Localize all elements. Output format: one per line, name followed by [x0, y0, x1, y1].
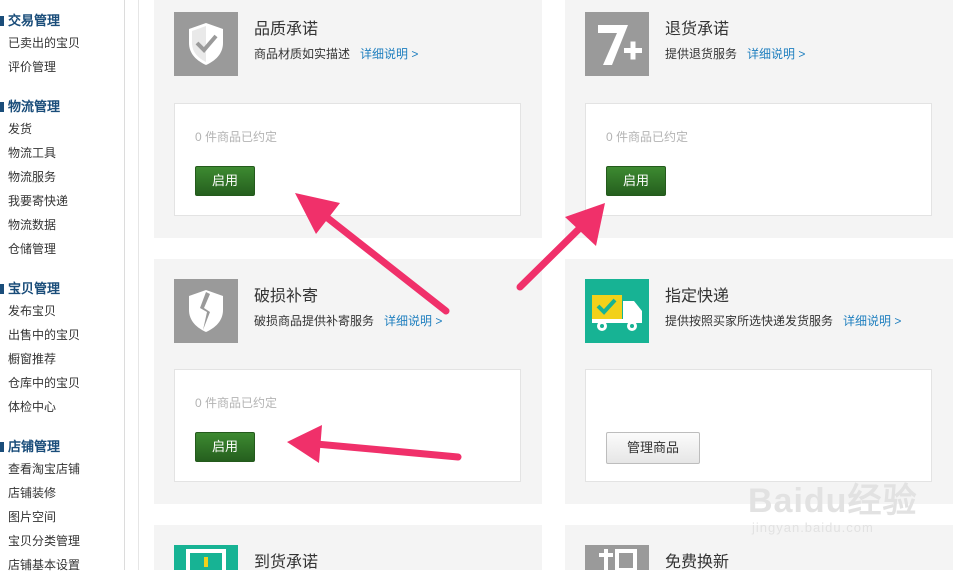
sidebar-item-publish[interactable]: 发布宝贝: [0, 299, 124, 323]
watermark-brand: Baidu经验: [748, 482, 918, 520]
card-desc-text: 破损商品提供补寄服务: [254, 314, 375, 328]
watermark-url: jingyan.baidu.com: [752, 520, 874, 535]
service-card-arrival: 到货承诺: [154, 525, 542, 571]
baidu-jingyan-watermark: Baidu经验 jingyan.baidu.com: [748, 482, 938, 544]
card-title: 免费换新: [665, 554, 730, 571]
card-title: 破损补寄: [254, 288, 319, 305]
card-panel: 0 件商品已约定 启用: [174, 103, 521, 216]
sidebar-item-on-sale[interactable]: 出售中的宝贝: [0, 323, 124, 347]
service-card-damage: 破损补寄 破损商品提供补寄服务 详细说明 > 0 件商品已约定 启用: [154, 259, 542, 504]
card-panel: 管理商品: [585, 369, 932, 482]
service-card-quality: 品质承诺 商品材质如实描述 详细说明 > 0 件商品已约定 启用: [154, 0, 542, 238]
content-divider: [138, 0, 139, 570]
swap-icon: [585, 545, 649, 570]
card-desc-text: 提供退货服务: [665, 47, 738, 61]
sidebar-item-logistics-tools[interactable]: 物流工具: [0, 141, 124, 165]
card-title: 退货承诺: [665, 21, 730, 38]
clock-icon: [174, 545, 238, 570]
sidebar: 交易管理 已卖出的宝贝 评价管理 物流管理 发货 物流工具 物流服务 我要寄快递…: [0, 0, 125, 572]
sidebar-item-store-settings[interactable]: 店铺基本设置: [0, 553, 124, 577]
sidebar-group-items: 宝贝管理 发布宝贝 出售中的宝贝 橱窗推荐 仓库中的宝贝 体检中心: [0, 279, 124, 419]
shield-check-icon: [174, 12, 238, 76]
sidebar-group-title: 宝贝管理: [0, 279, 124, 299]
agreed-count: 0 件商品已约定: [195, 130, 278, 144]
agreed-count: 0 件商品已约定: [606, 130, 689, 144]
sidebar-group-trade: 交易管理 已卖出的宝贝 评价管理: [0, 11, 124, 79]
sidebar-group-title: 物流管理: [0, 97, 124, 117]
agreed-count: 0 件商品已约定: [195, 396, 278, 410]
sidebar-item-categories[interactable]: 宝贝分类管理: [0, 529, 124, 553]
card-desc-text: 商品材质如实描述: [254, 47, 351, 61]
sidebar-group-title: 店铺管理: [0, 437, 124, 457]
sidebar-item-in-stock[interactable]: 仓库中的宝贝: [0, 371, 124, 395]
sidebar-item-logistics-data[interactable]: 物流数据: [0, 213, 124, 237]
card-title: 到货承诺: [254, 554, 319, 571]
sidebar-item-decorate[interactable]: 店铺装修: [0, 481, 124, 505]
card-desc-text: 提供按照买家所选快递发货服务: [665, 314, 834, 328]
sidebar-item-logistics-services[interactable]: 物流服务: [0, 165, 124, 189]
details-link[interactable]: 详细说明 >: [384, 314, 442, 328]
broken-shield-icon: [174, 279, 238, 343]
sidebar-item-image-space[interactable]: 图片空间: [0, 505, 124, 529]
sidebar-group-title: 交易管理: [0, 11, 124, 31]
card-description: 提供按照买家所选快递发货服务 详细说明 >: [665, 312, 901, 329]
sidebar-group-store: 店铺管理 查看淘宝店铺 店铺装修 图片空间 宝贝分类管理 店铺基本设置: [0, 437, 124, 577]
enable-button[interactable]: 启用: [606, 166, 666, 196]
card-panel: 0 件商品已约定 启用: [585, 103, 932, 216]
card-panel: 0 件商品已约定 启用: [174, 369, 521, 482]
details-link[interactable]: 详细说明 >: [360, 47, 418, 61]
sidebar-item-reviews[interactable]: 评价管理: [0, 55, 124, 79]
manage-items-button[interactable]: 管理商品: [606, 432, 700, 464]
card-description: 破损商品提供补寄服务 详细说明 >: [254, 312, 442, 329]
card-description: 商品材质如实描述 详细说明 >: [254, 45, 418, 62]
sidebar-item-showcase[interactable]: 橱窗推荐: [0, 347, 124, 371]
seven-plus-icon: [585, 12, 649, 76]
sidebar-group-logistics: 物流管理 发货 物流工具 物流服务 我要寄快递 物流数据 仓储管理: [0, 97, 124, 261]
sidebar-item-view-store[interactable]: 查看淘宝店铺: [0, 457, 124, 481]
card-description: 提供退货服务 详细说明 >: [665, 45, 805, 62]
service-card-courier: 指定快递 提供按照买家所选快递发货服务 详细说明 > 管理商品: [565, 259, 953, 504]
sidebar-item-ship[interactable]: 发货: [0, 117, 124, 141]
sidebar-item-health-check[interactable]: 体检中心: [0, 395, 124, 419]
enable-button[interactable]: 启用: [195, 432, 255, 462]
sidebar-item-sold[interactable]: 已卖出的宝贝: [0, 31, 124, 55]
card-title: 品质承诺: [254, 21, 319, 38]
enable-button[interactable]: 启用: [195, 166, 255, 196]
details-link[interactable]: 详细说明 >: [843, 314, 901, 328]
service-card-return: 退货承诺 提供退货服务 详细说明 > 0 件商品已约定 启用: [565, 0, 953, 238]
sidebar-item-send-express[interactable]: 我要寄快递: [0, 189, 124, 213]
truck-icon: [585, 279, 649, 343]
details-link[interactable]: 详细说明 >: [747, 47, 805, 61]
sidebar-item-warehouse[interactable]: 仓储管理: [0, 237, 124, 261]
card-title: 指定快递: [665, 288, 730, 305]
